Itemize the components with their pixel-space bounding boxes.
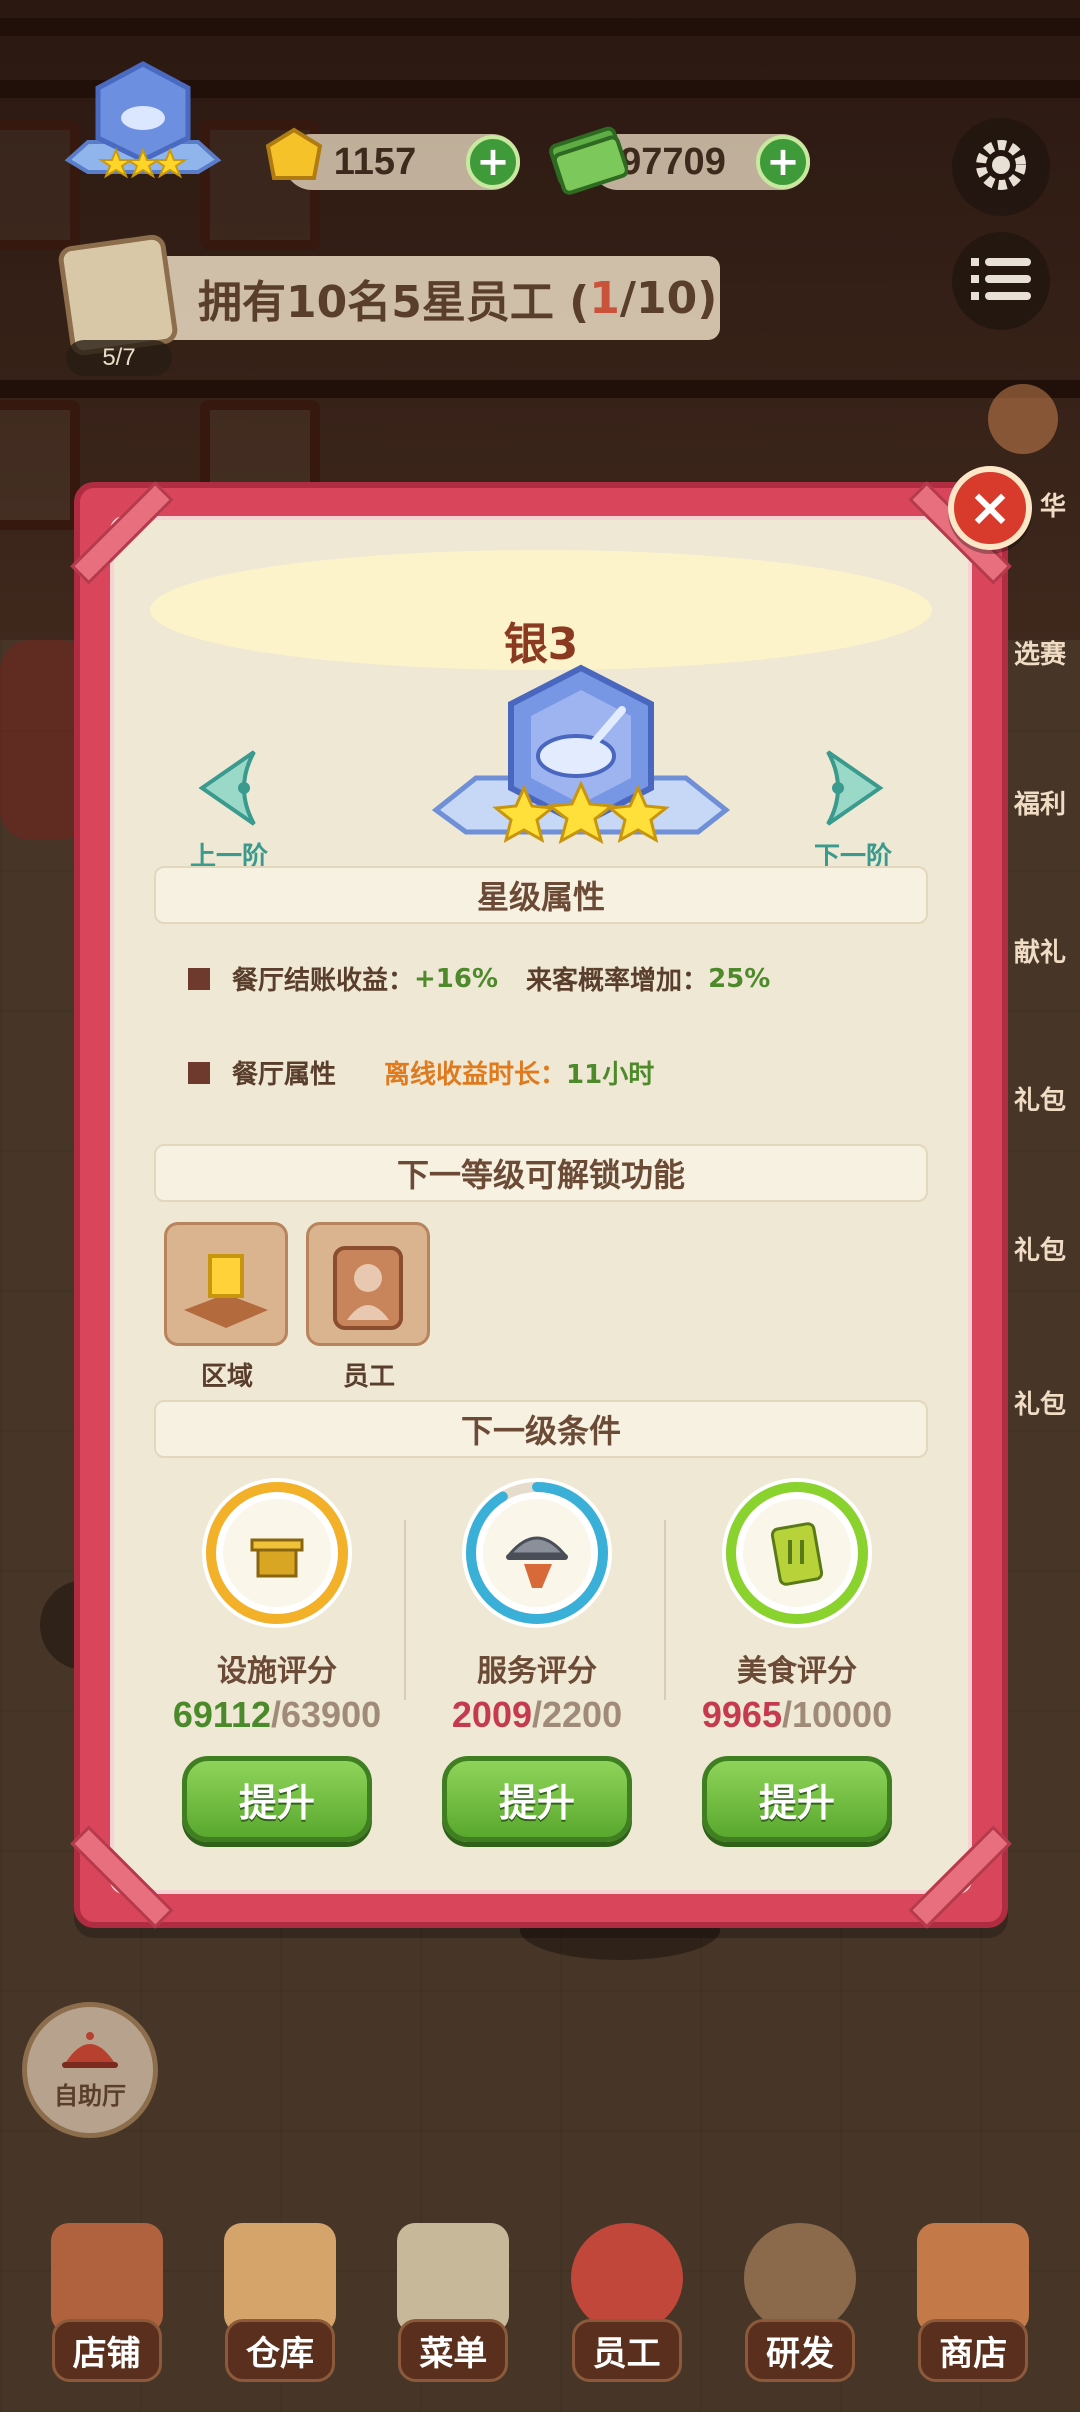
unlock-item-zone[interactable]: 区域: [164, 1222, 290, 1393]
divider: [404, 1520, 406, 1700]
visitor-rate-label: 来客概率增加：: [526, 966, 709, 996]
upgrade-food-button[interactable]: 提升: [702, 1756, 892, 1842]
nav-store[interactable]: 商店: [898, 2212, 1048, 2382]
facility-progress-ring: [202, 1478, 352, 1628]
condition-name: 美食评分: [737, 1654, 857, 1689]
nav-label: 商店: [918, 2319, 1029, 2382]
food-progress-ring: [722, 1478, 872, 1628]
visitor-rate-value: 25%: [708, 963, 771, 994]
add-cash-button[interactable]: +: [756, 135, 810, 189]
arrow-left-icon: [194, 750, 264, 832]
divider: [664, 1520, 666, 1700]
menu-button[interactable]: [952, 232, 1050, 330]
task-text: 拥有10名5星员工 (: [198, 277, 590, 328]
rank-badge-small[interactable]: [48, 60, 238, 190]
buffet-button[interactable]: 自助厅: [22, 2002, 158, 2138]
task-banner[interactable]: 拥有10名5星员工 (1/10): [100, 256, 720, 340]
nav-label: 研发: [744, 2319, 855, 2382]
clipboard-icon: [397, 2223, 510, 2333]
nav-label: 仓库: [224, 2319, 335, 2382]
condition-values: 9965/10000: [672, 1694, 922, 1736]
facility-score-target: /63900: [271, 1694, 382, 1735]
upgrade-facility-button[interactable]: 提升: [182, 1756, 372, 1842]
restaurant-attr-label: 餐厅属性: [232, 1060, 337, 1090]
attribute-row-offline: 餐厅属性 离线收益时长： 11小时: [188, 1054, 654, 1091]
bullet-square: [188, 967, 210, 990]
unlock-label: 员工: [342, 1362, 395, 1392]
silver-rank-badge-icon: [426, 660, 736, 890]
event-icon[interactable]: [988, 384, 1058, 454]
store-icon: [917, 2223, 1030, 2333]
food-icon: [770, 1522, 824, 1586]
cooking-pot-icon: [743, 2223, 856, 2333]
offline-income-label: 离线收益时长：: [384, 1060, 567, 1090]
bottom-nav: 店铺 仓库 菜单 员工 研发 商店: [0, 2180, 1080, 2412]
gold-ingot-icon: [258, 126, 330, 190]
condition-values: 69112/63900: [152, 1694, 402, 1736]
unlock-features-header: 下一等级可解锁功能: [154, 1144, 928, 1202]
service-score-target: /2200: [532, 1694, 623, 1735]
checkout-income-value: +16%: [414, 963, 499, 994]
unlock-label: 区域: [200, 1362, 253, 1392]
nav-research[interactable]: 研发: [725, 2212, 875, 2382]
side-event-label[interactable]: 献礼: [1014, 932, 1066, 969]
zone-icon: [164, 1222, 288, 1346]
side-event-label[interactable]: 礼包: [1014, 1230, 1066, 1267]
modal-panel: 银3 上一阶 下一阶 星级属性 餐厅结账收益： +16% 来客概率增加： 25%…: [110, 516, 972, 1894]
task-clipboard-icon[interactable]: [56, 233, 180, 357]
prev-tier-button[interactable]: 上一阶: [154, 748, 304, 873]
cash-stack-icon: [548, 120, 629, 196]
gear-icon: [969, 133, 1033, 201]
unlock-item-staff[interactable]: 员工: [306, 1222, 432, 1393]
facility-icon: [250, 1538, 304, 1578]
upgrade-service-button[interactable]: 提升: [442, 1756, 632, 1842]
side-event-label[interactable]: 福利: [1014, 784, 1066, 821]
arrow-right-icon: [818, 750, 888, 832]
buffet-label: 自助厅: [54, 2081, 126, 2110]
boxes-icon: [223, 2223, 336, 2333]
condition-service: 服务评分 2009/2200 提升: [412, 1478, 662, 1842]
condition-values: 2009/2200: [412, 1694, 662, 1736]
food-score-target: /10000: [781, 1694, 893, 1735]
attribute-row-income: 餐厅结账收益： +16% 来客概率增加： 25%: [188, 960, 770, 997]
list-menu-icon: [971, 254, 1031, 308]
nav-menu[interactable]: 菜单: [378, 2212, 528, 2382]
nav-label: 菜单: [398, 2319, 509, 2382]
task-progress-current: 1: [589, 272, 620, 324]
service-progress-ring: [462, 1478, 612, 1628]
close-button[interactable]: ×: [948, 466, 1032, 550]
next-tier-button[interactable]: 下一阶: [778, 748, 928, 873]
side-event-label[interactable]: 礼包: [1014, 1384, 1066, 1421]
task-progress-total: /10): [619, 272, 718, 324]
close-icon: ×: [968, 478, 1012, 538]
nav-label: 员工: [571, 2319, 682, 2382]
condition-food: 美食评分 9965/10000 提升: [672, 1478, 922, 1842]
star-attributes-header: 星级属性: [154, 866, 928, 924]
task-count: 5/7: [66, 340, 172, 376]
food-score-current: 9965: [701, 1694, 782, 1735]
side-event-label[interactable]: 选赛: [1014, 634, 1066, 671]
cloche-icon: [60, 2030, 120, 2076]
chef-icon: [570, 2223, 683, 2333]
offline-income-value: 11小时: [566, 1060, 655, 1090]
staff-icon: [306, 1222, 430, 1346]
rank-detail-modal: 银3 上一阶 下一阶 星级属性 餐厅结账收益： +16% 来客概率增加： 25%…: [70, 466, 1032, 1929]
nav-label: 店铺: [51, 2319, 162, 2382]
checkout-income-label: 餐厅结账收益：: [232, 966, 415, 996]
side-event-label[interactable]: 礼包: [1014, 1080, 1066, 1117]
facility-score-current: 69112: [172, 1694, 271, 1735]
bullet-square: [188, 1061, 210, 1084]
nav-shop-front[interactable]: 店铺: [32, 2212, 182, 2382]
nav-staff[interactable]: 员工: [552, 2212, 702, 2382]
condition-name: 设施评分: [217, 1654, 337, 1689]
storefront-icon: [50, 2223, 163, 2333]
condition-name: 服务评分: [477, 1654, 597, 1689]
service-score-current: 2009: [451, 1694, 532, 1735]
condition-facility: 设施评分 69112/63900 提升: [152, 1478, 402, 1842]
settings-button[interactable]: [952, 118, 1050, 216]
nav-warehouse[interactable]: 仓库: [205, 2212, 355, 2382]
add-gold-button[interactable]: +: [466, 135, 520, 189]
next-level-conditions-header: 下一级条件: [154, 1400, 928, 1458]
side-event-label[interactable]: 华: [1040, 486, 1066, 523]
